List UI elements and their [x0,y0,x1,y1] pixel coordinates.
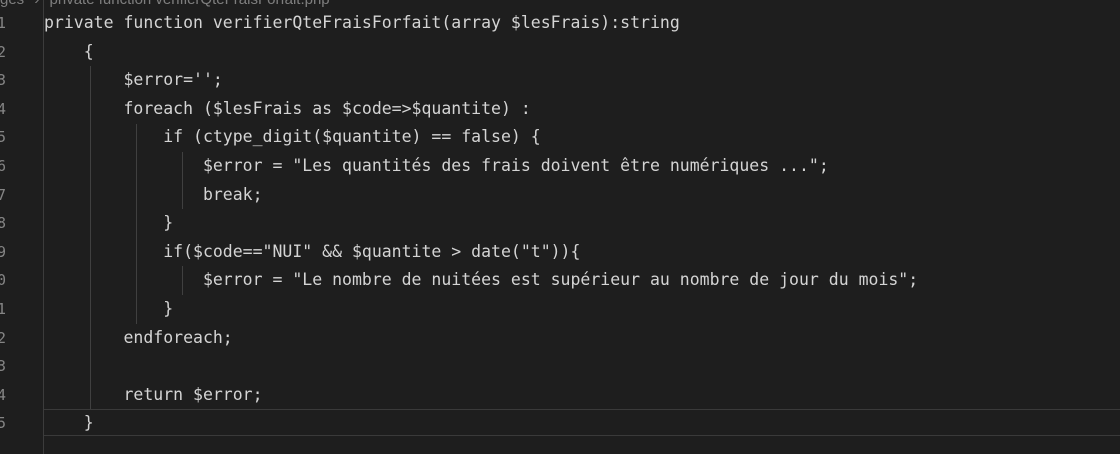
code-line[interactable]: private function verifierQteFraisForfait… [44,9,1120,38]
line-number: 4 [0,385,6,404]
code-line[interactable]: $error=''; [44,66,1120,95]
line-number: 7 [0,185,6,204]
line-number: 5 [0,414,6,433]
line-number: 8 [0,214,6,233]
code-line[interactable]: } [44,295,1120,324]
code-line[interactable]: endforeach; [44,324,1120,353]
line-number: 1 [0,14,6,32]
code-line[interactable]: { [44,38,1120,67]
code-line[interactable]: break; [44,181,1120,210]
breadcrumb-symbol[interactable]: private function verifierQteFraisForfait… [50,0,330,8]
line-number: 0 [0,271,6,290]
line-number: 1 [0,299,6,318]
line-number: 3 [0,357,6,376]
code-line[interactable]: $error = "Les quantités des frais doiven… [44,152,1120,181]
code-line[interactable]: if($code=="NUI" && $quantite > date("t")… [44,238,1120,267]
code-line[interactable]: return $error; [44,381,1120,410]
line-number: 2 [0,328,6,347]
line-number: 5 [0,128,6,147]
line-number: 3 [0,71,6,90]
breadcrumb-separator-icon: › [34,0,39,8]
code-line[interactable]: if (ctype_digit($quantite) == false) { [44,123,1120,152]
code-line[interactable] [44,352,1120,381]
code-line[interactable]: $error = "Le nombre de nuitées est supér… [44,266,1120,295]
code-line[interactable]: } [44,209,1120,238]
code-text-area[interactable]: private function verifierQteFraisForfait… [44,9,1120,438]
line-number: 6 [0,156,6,175]
line-number: 9 [0,242,6,261]
code-line[interactable]: } [44,409,1120,438]
breadcrumb: ges › private function verifierQteFraisF… [0,0,336,8]
breadcrumb-folder[interactable]: ges [0,0,24,8]
line-number: 2 [0,42,6,61]
code-editor[interactable]: ges › private function verifierQteFraisF… [0,0,1120,454]
code-line[interactable]: foreach ($lesFrais as $code=>$quantite) … [44,95,1120,124]
line-number: 4 [0,99,6,118]
line-number-gutter: 1 2 3 4 5 6 7 8 9 0 1 2 3 4 5 [0,9,10,438]
